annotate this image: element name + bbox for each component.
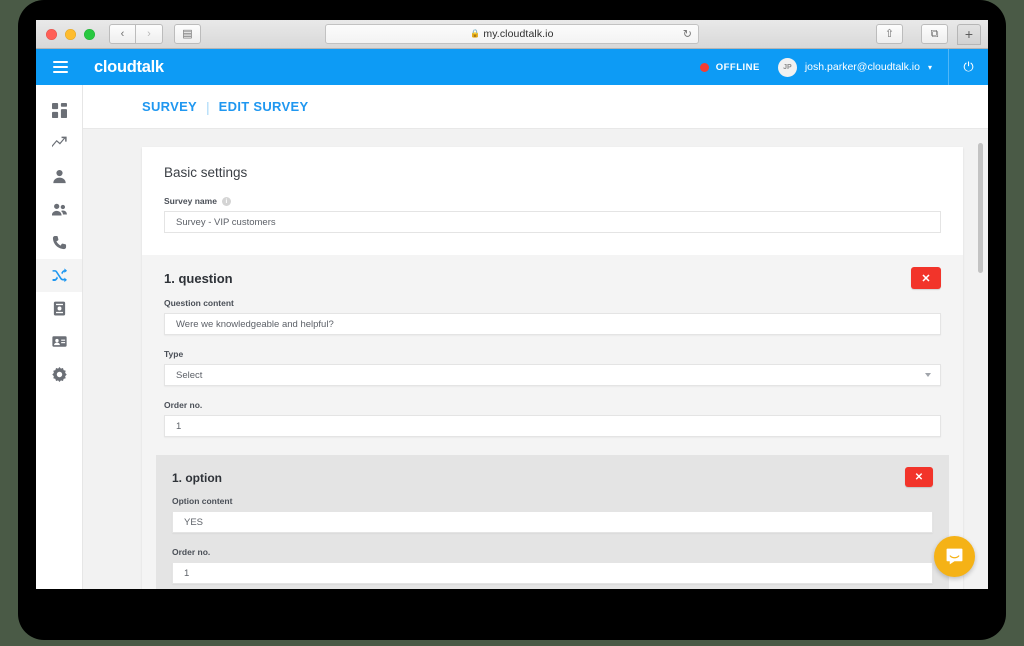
archive-icon: [53, 301, 65, 316]
trending-up-icon: [51, 136, 67, 148]
show-tabs-icon[interactable]: ⧉: [921, 24, 948, 44]
close-window-button[interactable]: [46, 28, 57, 40]
gear-icon: [51, 367, 67, 382]
breadcrumb-separator: |: [206, 98, 210, 115]
window-traffic-lights: [46, 28, 95, 40]
question-content-label: Question content: [164, 298, 234, 308]
option-panel: 1. option ✕ Option content YES Order no.…: [156, 455, 949, 589]
option-content-label: Option content: [172, 496, 233, 506]
sidebar-item-contacts[interactable]: [36, 325, 82, 358]
status-dot-icon: [699, 62, 709, 72]
question-type-label: Type: [164, 349, 184, 359]
sidebar: [36, 85, 83, 589]
browser-window: ‹ › ▤ 🔒 my.cloudtalk.io ↻ ⇧ ⧉ + cloudtal…: [36, 20, 988, 589]
browser-chrome: ‹ › ▤ 🔒 my.cloudtalk.io ↻ ⇧ ⧉ +: [36, 20, 988, 49]
user-icon: [52, 169, 66, 184]
option-order-label: Order no.: [172, 547, 211, 557]
question-panel: 1. question ✕ Question content Were we k…: [142, 255, 963, 589]
status-label: OFFLINE: [715, 61, 760, 73]
app-header-right: OFFLINE JP josh.parker@cloudtalk.io ▾ ⏻: [699, 49, 988, 85]
power-icon: ⏻: [963, 59, 974, 74]
sidebar-item-calls[interactable]: [36, 226, 82, 259]
share-icon[interactable]: ⇧: [876, 24, 903, 44]
maximize-window-button[interactable]: [84, 28, 95, 40]
question-order-label: Order no.: [164, 400, 203, 410]
basic-settings-card: Basic settings Survey name i Survey - VI…: [142, 147, 963, 589]
app-header: cloudtalk OFFLINE JP josh.parker@cloudta…: [36, 49, 988, 85]
phone-icon: [52, 235, 66, 250]
grid-icon: [51, 103, 67, 118]
question-heading: 1. question: [164, 271, 233, 286]
app-body: SURVEY | EDIT SURVEY Basic settings Surv…: [36, 85, 988, 589]
sidebar-item-dashboard[interactable]: [36, 94, 82, 127]
hamburger-menu-icon[interactable]: [53, 61, 68, 73]
lock-icon: 🔒: [470, 29, 481, 38]
option-heading: 1. option: [172, 471, 222, 485]
user-account-menu[interactable]: JP josh.parker@cloudtalk.io ▾: [777, 57, 948, 77]
vertical-scrollbar[interactable]: [978, 143, 983, 273]
delete-option-button[interactable]: ✕: [905, 467, 933, 487]
sidebar-item-teams[interactable]: [36, 193, 82, 226]
sidebar-item-agent[interactable]: [36, 160, 82, 193]
avatar: JP: [777, 57, 797, 77]
survey-name-input[interactable]: Survey - VIP customers: [164, 211, 941, 233]
chevron-down-icon: ▾: [927, 62, 932, 72]
question-type-select-wrapper: Select: [164, 364, 941, 386]
address-bar[interactable]: 🔒 my.cloudtalk.io ↻: [325, 24, 699, 44]
logout-button[interactable]: ⏻: [948, 49, 988, 85]
sidebar-item-voicemail[interactable]: [36, 292, 82, 325]
sidebar-toggle-button[interactable]: ▤: [174, 24, 201, 44]
forward-button[interactable]: ›: [136, 24, 163, 44]
main-content: SURVEY | EDIT SURVEY Basic settings Surv…: [83, 85, 988, 589]
shuffle-icon: [52, 268, 67, 283]
chevron-down-icon: [925, 373, 931, 377]
user-email-label: josh.parker@cloudtalk.io: [804, 61, 920, 73]
survey-name-label: Survey name i: [164, 196, 941, 206]
breadcrumb: SURVEY | EDIT SURVEY: [83, 85, 988, 129]
survey-name-label-text: Survey name: [164, 196, 217, 206]
breadcrumb-parent[interactable]: SURVEY: [142, 99, 197, 114]
id-card-icon: [51, 336, 67, 347]
question-order-input[interactable]: 1: [164, 415, 941, 437]
option-content-input[interactable]: YES: [172, 511, 933, 533]
page-title: Basic settings: [164, 165, 248, 180]
breadcrumb-current[interactable]: EDIT SURVEY: [219, 99, 309, 114]
delete-question-button[interactable]: ✕: [911, 267, 941, 289]
reload-icon[interactable]: ↻: [683, 28, 692, 41]
browser-nav-group: ‹ ›: [109, 24, 163, 44]
app-logo[interactable]: cloudtalk: [94, 58, 164, 77]
sidebar-item-settings[interactable]: [36, 358, 82, 391]
address-bar-url: my.cloudtalk.io: [483, 28, 554, 40]
new-tab-button[interactable]: +: [957, 23, 981, 45]
sidebar-item-analytics[interactable]: [36, 127, 82, 160]
option-order-input[interactable]: 1: [172, 562, 933, 584]
question-type-select[interactable]: Select: [164, 364, 941, 386]
sidebar-item-routing[interactable]: [36, 259, 82, 292]
users-icon: [51, 203, 67, 216]
status-badge[interactable]: OFFLINE: [699, 61, 760, 73]
intercom-chat-button[interactable]: [934, 536, 975, 577]
chat-bubble-icon: [946, 548, 963, 565]
back-button[interactable]: ‹: [109, 24, 136, 44]
browser-chrome-right: ⇧ ⧉ +: [865, 23, 981, 45]
minimize-window-button[interactable]: [65, 28, 76, 40]
question-content-input[interactable]: Were we knowledgeable and helpful?: [164, 313, 941, 335]
info-icon[interactable]: i: [221, 196, 231, 206]
